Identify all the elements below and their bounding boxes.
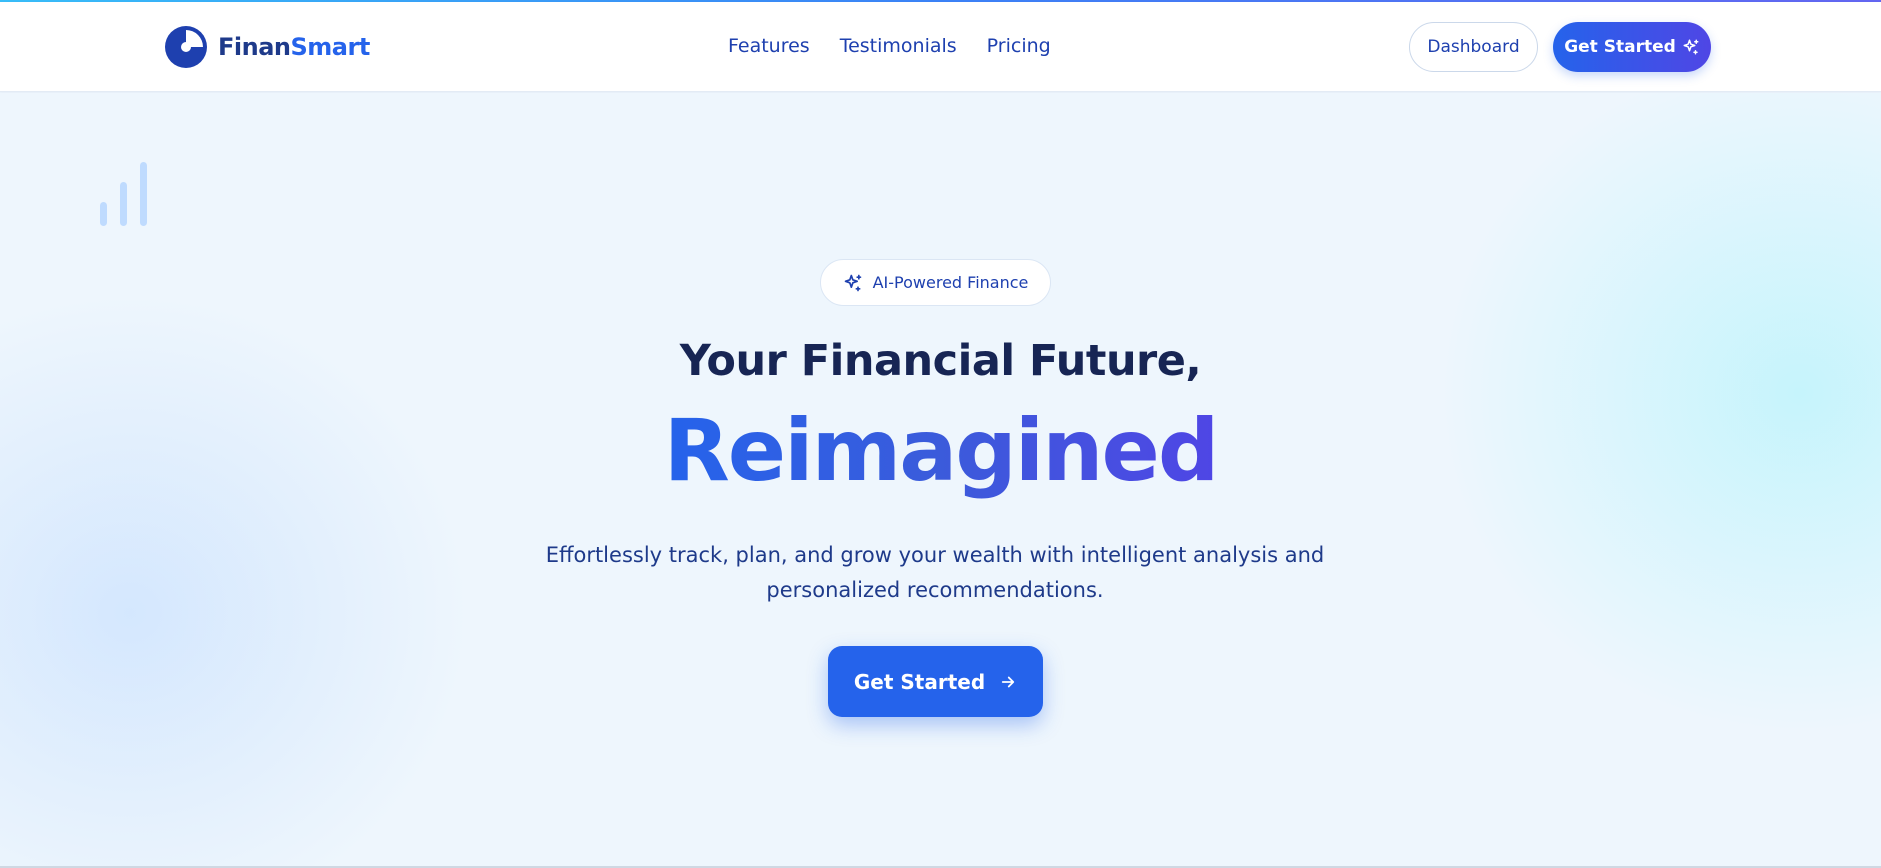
dashboard-button-label: Dashboard xyxy=(1427,37,1520,57)
navbar: FinanSmart Features Testimonials Pricing… xyxy=(0,2,1881,92)
nav-link-pricing[interactable]: Pricing xyxy=(987,35,1051,57)
brand-name: FinanSmart xyxy=(218,33,370,61)
nav-link-testimonials[interactable]: Testimonials xyxy=(840,35,957,57)
hero-get-started-label: Get Started xyxy=(853,669,986,694)
hero-headline-accent: Reimagined xyxy=(0,400,1881,503)
sparkles-icon xyxy=(844,274,861,291)
ai-badge-label: AI-Powered Finance xyxy=(872,273,1029,292)
hero-get-started-button[interactable]: Get Started xyxy=(828,646,1043,717)
arrow-right-icon xyxy=(1001,676,1015,687)
sparkles-icon xyxy=(1683,39,1699,55)
nav-link-features[interactable]: Features xyxy=(728,35,810,57)
pie-chart-icon xyxy=(165,26,207,68)
dashboard-button[interactable]: Dashboard xyxy=(1409,22,1538,72)
header-get-started-button[interactable]: Get Started xyxy=(1553,22,1711,72)
hero-headline: Your Financial Future, xyxy=(679,336,1202,386)
nav-links: Features Testimonials Pricing xyxy=(728,35,1051,57)
header-get-started-label: Get Started xyxy=(1564,37,1676,57)
ai-badge: AI-Powered Finance xyxy=(820,259,1051,306)
logo[interactable]: FinanSmart xyxy=(164,25,370,69)
hero-headline-accent-text: Reimagined xyxy=(663,401,1220,501)
brand-name-part2: Smart xyxy=(290,33,371,61)
hero-description: Effortlessly track, plan, and grow your … xyxy=(545,543,1325,602)
bar-chart-icon xyxy=(100,162,147,226)
brand-name-part1: Finan xyxy=(218,33,291,61)
